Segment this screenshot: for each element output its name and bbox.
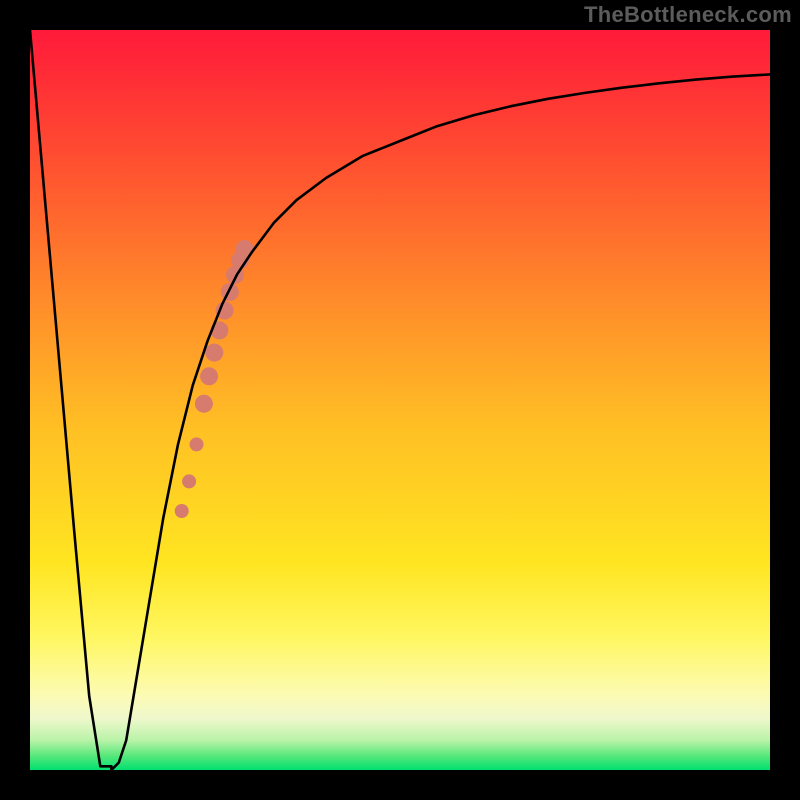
chart-frame: TheBottleneck.com bbox=[0, 0, 800, 800]
chart-svg bbox=[30, 30, 770, 770]
highlight-marker bbox=[175, 504, 189, 518]
highlight-marker bbox=[195, 395, 213, 413]
chart-plot-area bbox=[30, 30, 770, 770]
watermark-text: TheBottleneck.com bbox=[584, 2, 792, 28]
highlight-marker-group bbox=[175, 240, 254, 518]
highlight-marker bbox=[221, 283, 239, 301]
highlight-marker bbox=[200, 367, 218, 385]
highlight-marker bbox=[205, 344, 223, 362]
highlight-marker bbox=[182, 474, 196, 488]
bottleneck-curve-path bbox=[30, 30, 770, 770]
highlight-marker bbox=[190, 437, 204, 451]
